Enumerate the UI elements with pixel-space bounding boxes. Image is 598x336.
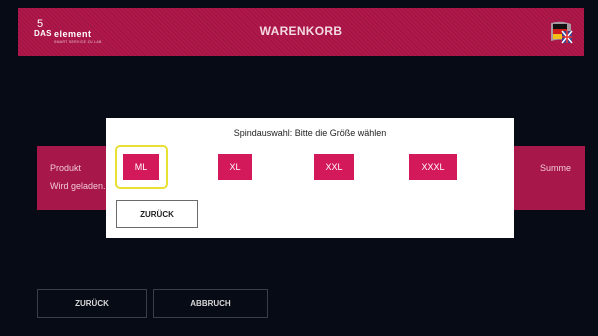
- column-sum: Summe: [539, 163, 571, 173]
- size-button-xxxl[interactable]: XXXL: [409, 154, 457, 180]
- dialog-back-button[interactable]: ZURÜCK: [116, 200, 198, 228]
- header-bar: 5 DAS element SMART SERVICE ZU LAB WAREN…: [18, 8, 584, 56]
- logo-tagline: SMART SERVICE ZU LAB: [54, 40, 102, 44]
- size-selection-dialog: Spindauswahl: Bitte die Größe wählen ML …: [106, 118, 514, 238]
- size-button-xl[interactable]: XL: [218, 154, 252, 180]
- footer-cancel-button[interactable]: ABBRUCH: [153, 289, 268, 318]
- column-product: Produkt: [50, 163, 82, 173]
- size-button-xxl[interactable]: XXL: [314, 154, 354, 180]
- dialog-title: Spindauswahl: Bitte die Größe wählen: [233, 128, 387, 138]
- loading-text: Wird geladen.: [50, 181, 106, 191]
- flag-de-icon[interactable]: [548, 19, 574, 45]
- page-title: WARENKORB: [259, 24, 343, 38]
- size-button-ml[interactable]: ML: [123, 154, 159, 180]
- footer-back-button[interactable]: ZURÜCK: [37, 289, 147, 318]
